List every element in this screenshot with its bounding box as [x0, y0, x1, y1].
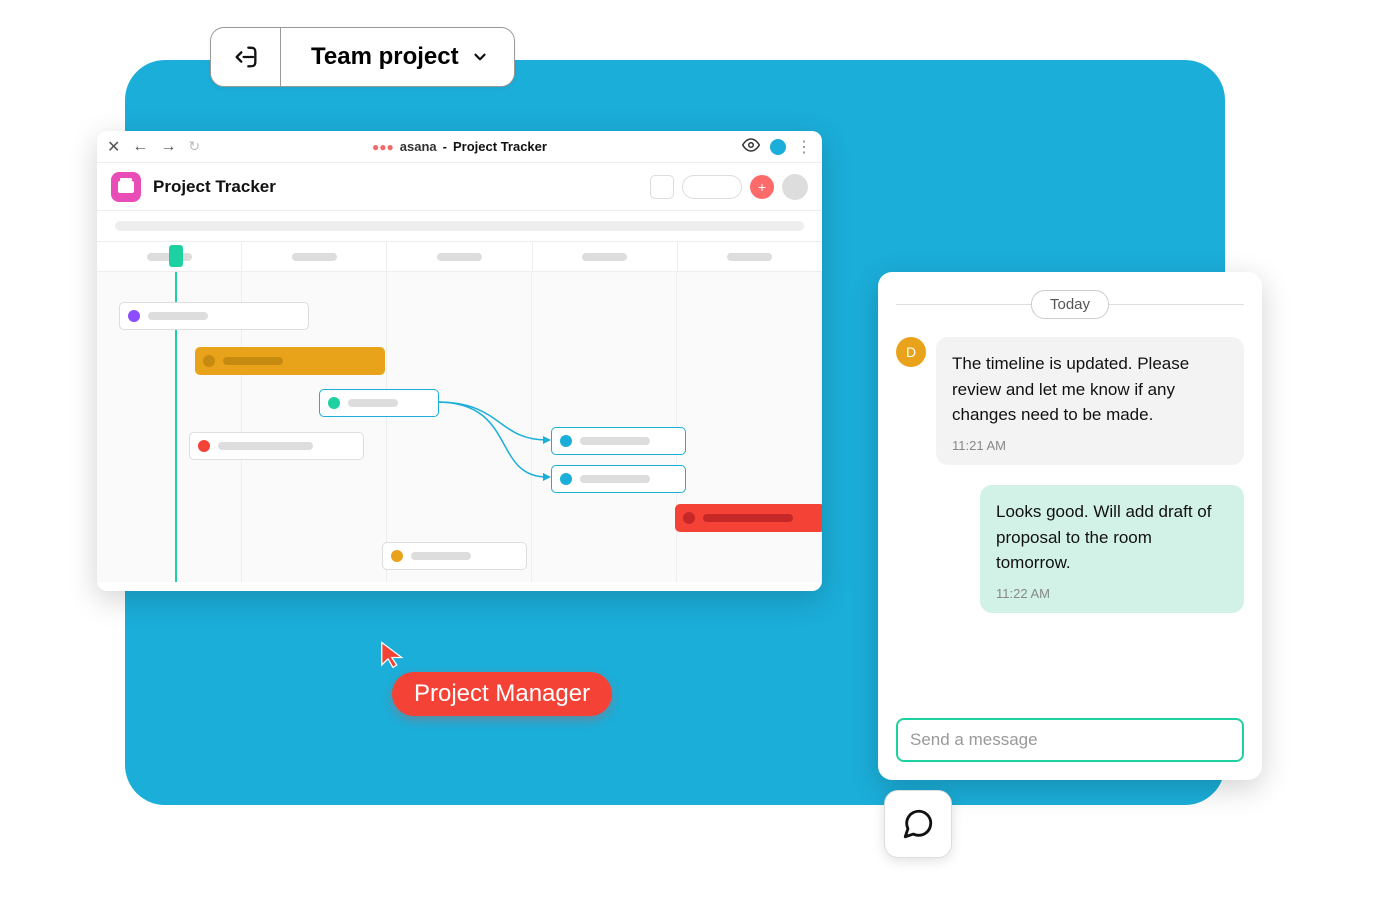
task-bar[interactable]	[195, 347, 385, 375]
chat-input[interactable]	[896, 718, 1244, 762]
cursor-label: Project Manager	[392, 672, 612, 716]
message-text: The timeline is updated. Please review a…	[952, 351, 1228, 428]
project-icon	[111, 172, 141, 202]
timeline-body	[97, 272, 822, 582]
chat-date-divider: Today	[896, 290, 1244, 319]
timeline-header	[97, 242, 822, 272]
chat-toggle-button[interactable]	[884, 790, 952, 858]
chat-input-wrap	[896, 718, 1244, 762]
chevron-down-icon	[471, 48, 489, 66]
timeline-column-header	[678, 242, 822, 271]
chat-panel: Today D The timeline is updated. Please …	[878, 272, 1262, 780]
avatar: D	[896, 337, 926, 367]
task-bar[interactable]	[382, 542, 527, 570]
team-project-dropdown[interactable]: Team project	[210, 27, 515, 87]
chat-message: D The timeline is updated. Please review…	[896, 337, 1244, 465]
subheader-placeholder	[115, 221, 804, 231]
project-title: Project Tracker	[153, 177, 276, 197]
browser-tab-title: ●●● asana - Project Tracker	[372, 139, 547, 154]
add-button[interactable]: +	[750, 175, 774, 199]
message-time: 11:21 AM	[952, 436, 1228, 456]
header-action-2[interactable]	[682, 175, 742, 199]
more-menu-icon[interactable]: ⋮	[796, 137, 812, 157]
team-project-label: Team project	[311, 43, 459, 71]
presence-indicator-icon	[770, 139, 786, 155]
chat-date-label: Today	[1031, 290, 1109, 319]
task-bar[interactable]	[675, 504, 822, 532]
team-project-label-wrap: Team project	[281, 43, 514, 71]
close-icon[interactable]: ✕	[107, 137, 120, 157]
project-header: Project Tracker +	[97, 163, 822, 211]
visibility-icon[interactable]	[742, 136, 760, 157]
avatar[interactable]	[782, 174, 808, 200]
task-bar[interactable]	[551, 427, 686, 455]
timeline-column-header	[533, 242, 678, 271]
timeline-column-header	[387, 242, 532, 271]
forward-icon[interactable]: →	[160, 138, 176, 156]
task-bar[interactable]	[319, 389, 439, 417]
task-bar[interactable]	[119, 302, 309, 330]
chat-message: Looks good. Will add draft of proposal t…	[896, 485, 1244, 613]
chat-icon	[901, 807, 935, 841]
cursor-icon	[378, 640, 408, 670]
asana-logo-icon: ●●●	[372, 140, 394, 154]
tab-title-text: Project Tracker	[453, 139, 547, 154]
header-action-1[interactable]	[650, 175, 674, 199]
message-time: 11:22 AM	[996, 584, 1228, 604]
project-subheader	[97, 211, 822, 242]
browser-window: ✕ ← → ↻ ●●● asana - Project Tracker ⋮ Pr…	[97, 131, 822, 591]
today-marker-icon	[169, 245, 183, 267]
timeline-column-header	[242, 242, 387, 271]
title-separator: -	[443, 139, 447, 154]
asana-brand-text: asana	[400, 139, 437, 154]
refresh-icon[interactable]: ↻	[188, 138, 200, 155]
exit-button[interactable]	[211, 28, 281, 86]
task-bar[interactable]	[189, 432, 364, 460]
message-text: Looks good. Will add draft of proposal t…	[996, 499, 1228, 576]
back-icon[interactable]: ←	[132, 138, 148, 156]
message-bubble: The timeline is updated. Please review a…	[936, 337, 1244, 465]
message-bubble: Looks good. Will add draft of proposal t…	[980, 485, 1244, 613]
browser-nav-bar: ✕ ← → ↻ ●●● asana - Project Tracker ⋮	[97, 131, 822, 163]
exit-icon	[232, 43, 260, 71]
task-bar[interactable]	[551, 465, 686, 493]
